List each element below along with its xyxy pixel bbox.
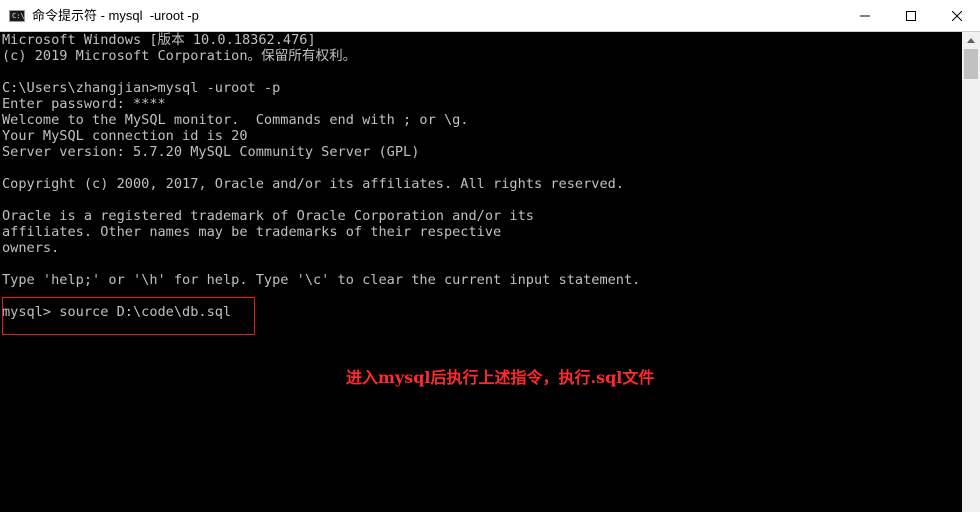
maximize-button[interactable] (888, 0, 934, 32)
vertical-scrollbar[interactable] (962, 32, 980, 512)
scroll-up-arrow-icon (967, 38, 975, 43)
console-line: Microsoft Windows [版本 10.0.18362.476] (2, 32, 316, 48)
console-line: affiliates. Other names may be trademark… (2, 224, 502, 240)
cmd-app-icon[interactable]: C:\ (9, 10, 25, 22)
close-button[interactable] (934, 0, 980, 32)
window-title: 命令提示符 - mysql -uroot -p (32, 8, 199, 23)
annotation-text: 进入mysql后执行上述指令，执行.sql文件 (346, 368, 655, 387)
command-highlight-box (2, 297, 255, 335)
console-line: Enter password: **** (2, 96, 166, 112)
console-line: Your MySQL connection id is 20 (2, 128, 248, 144)
console-line: Copyright (c) 2000, 2017, Oracle and/or … (2, 176, 624, 192)
minimize-button[interactable] (842, 0, 888, 32)
close-icon (952, 11, 962, 21)
scroll-up-button[interactable] (962, 32, 980, 49)
console-line: owners. (2, 240, 60, 256)
console-line: Oracle is a registered trademark of Orac… (2, 208, 534, 224)
console-line: Type 'help;' or '\h' for help. Type '\c'… (2, 272, 641, 288)
scroll-thumb[interactable] (964, 49, 978, 79)
console-line: (c) 2019 Microsoft Corporation。保留所有权利。 (2, 48, 357, 64)
console-line: C:\Users\zhangjian>mysql -uroot -p (2, 80, 281, 96)
maximize-icon (906, 11, 916, 21)
console-output[interactable]: Microsoft Windows [版本 10.0.18362.476] (c… (0, 32, 962, 512)
minimize-icon (860, 15, 870, 17)
console-line: Welcome to the MySQL monitor. Commands e… (2, 112, 469, 128)
console-line: Server version: 5.7.20 MySQL Community S… (2, 144, 420, 160)
title-bar: C:\ 命令提示符 - mysql -uroot -p (0, 0, 980, 32)
